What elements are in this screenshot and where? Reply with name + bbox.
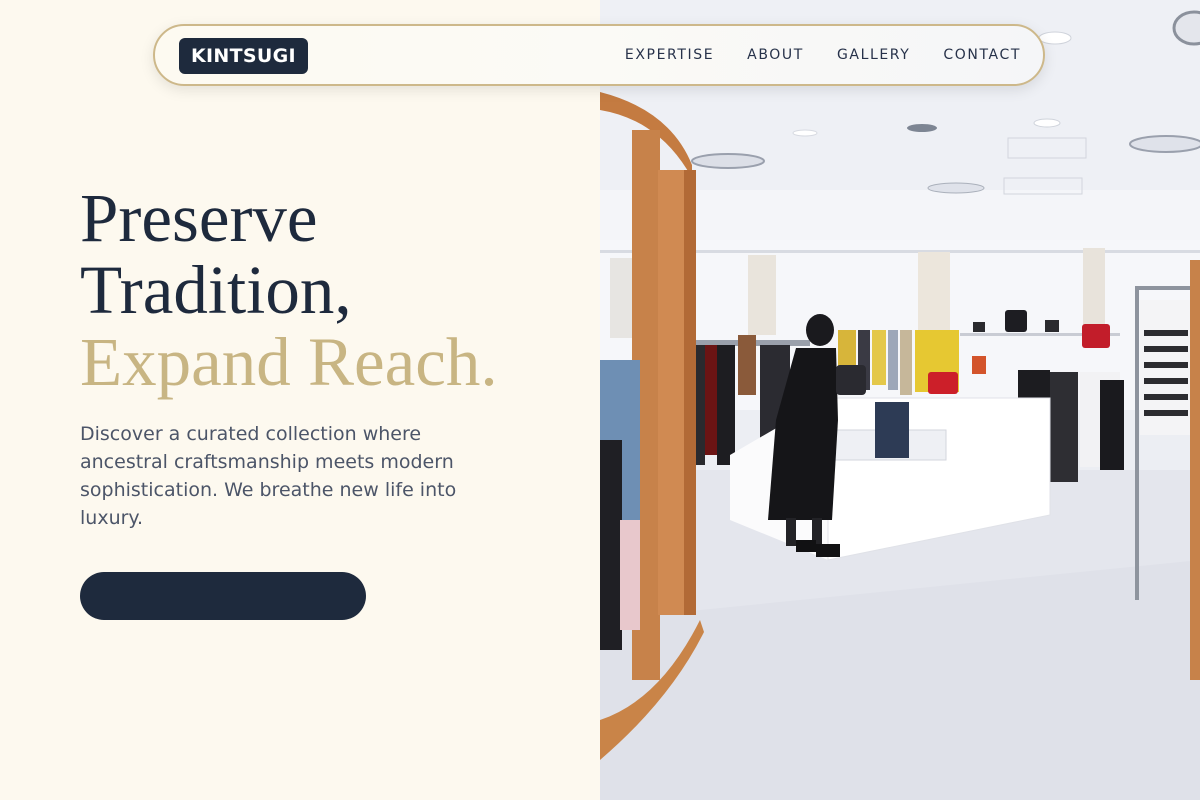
hero-image-boutique [600,0,1200,800]
headline-line-1: Preserve [80,180,318,256]
hero-subtext: Discover a curated collection where ance… [80,423,457,529]
nav-link-about[interactable]: ABOUT [747,47,804,63]
nav-link-gallery[interactable]: GALLERY [837,47,910,63]
nav-link-expertise[interactable]: EXPERTISE [625,47,714,63]
hero-cta-button[interactable] [80,572,366,620]
headline-line-2: Tradition, [80,252,352,328]
nav-link-contact[interactable]: CONTACT [943,47,1021,63]
nav-links: EXPERTISE ABOUT GALLERY CONTACT [592,26,1021,84]
main-navbar: KINTSUGI EXPERTISE ABOUT GALLERY CONTACT [153,24,1045,86]
hero-headline: Preserve Tradition, Expand Reach. [80,182,498,398]
brand-logo[interactable]: KINTSUGI [179,38,308,74]
headline-accent: Expand Reach. [80,324,498,400]
